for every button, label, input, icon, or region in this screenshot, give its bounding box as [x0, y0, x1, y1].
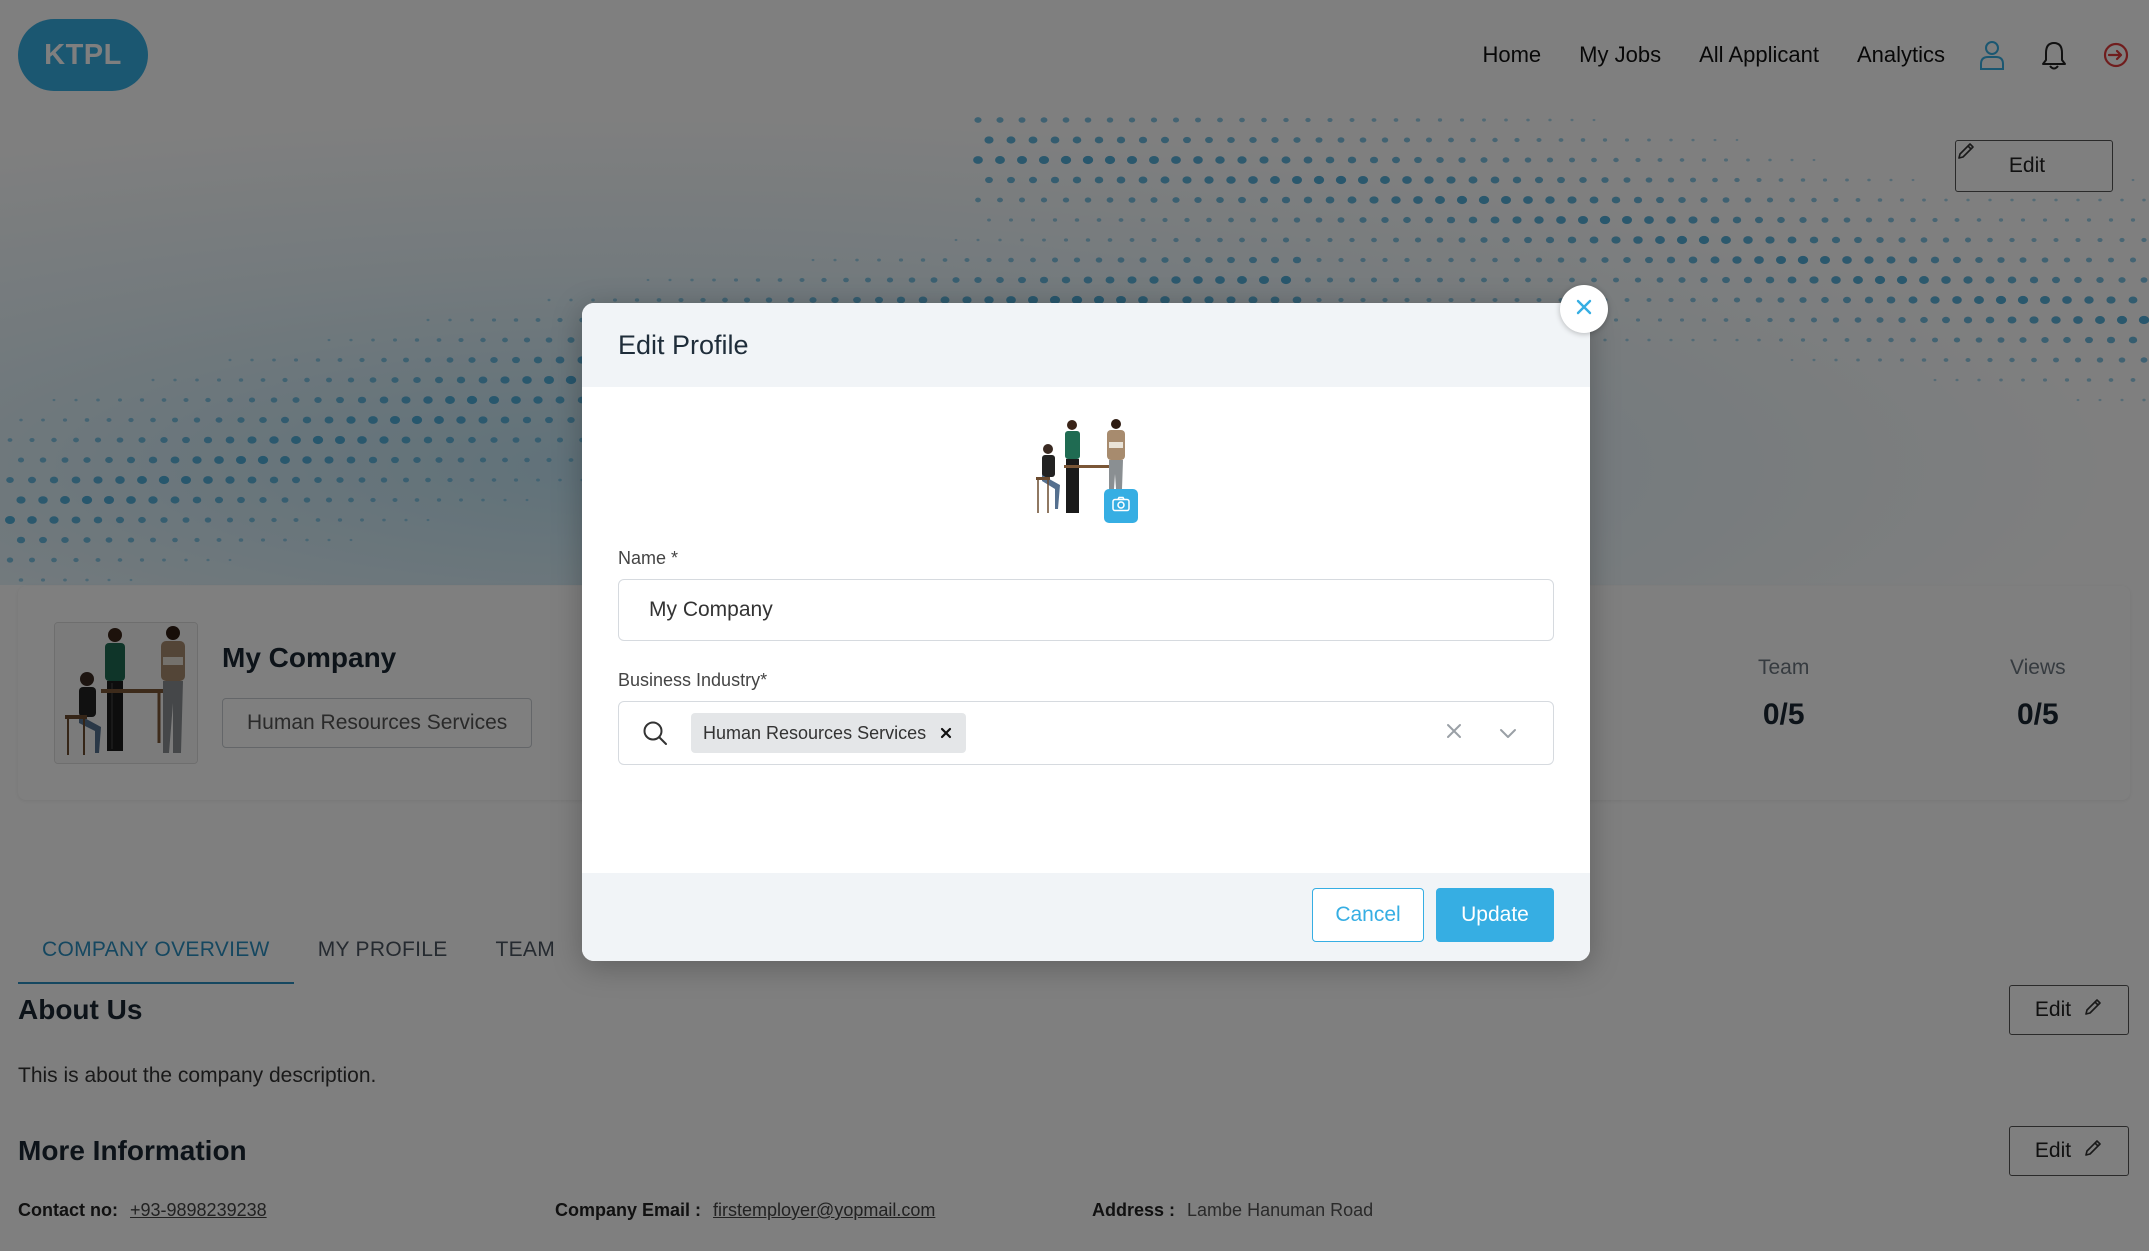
close-button[interactable] [1560, 285, 1608, 333]
modal-title: Edit Profile [618, 329, 749, 360]
modal-footer: Cancel Update [582, 873, 1590, 961]
name-input[interactable]: My Company [618, 579, 1554, 641]
close-icon [1574, 297, 1594, 322]
camera-icon [1112, 496, 1130, 517]
cancel-button[interactable]: Cancel [1312, 888, 1424, 942]
industry-select[interactable]: Human Resources Services [618, 701, 1554, 765]
modal-header: Edit Profile [582, 303, 1590, 387]
industry-field-label: Business Industry* [618, 670, 768, 690]
chevron-down-icon[interactable] [1497, 722, 1519, 749]
remove-tag-icon[interactable] [940, 722, 952, 745]
edit-profile-modal: Edit Profile Name * My Company Business … [582, 285, 1608, 961]
change-photo-button[interactable] [1104, 489, 1138, 523]
industry-tag-label: Human Resources Services [703, 722, 927, 743]
industry-tag: Human Resources Services [691, 713, 967, 753]
search-icon [619, 719, 691, 747]
name-field-label: Name * [618, 548, 679, 568]
profile-image [1034, 419, 1138, 523]
update-button[interactable]: Update [1436, 888, 1554, 942]
clear-selection-icon[interactable] [1443, 720, 1465, 747]
